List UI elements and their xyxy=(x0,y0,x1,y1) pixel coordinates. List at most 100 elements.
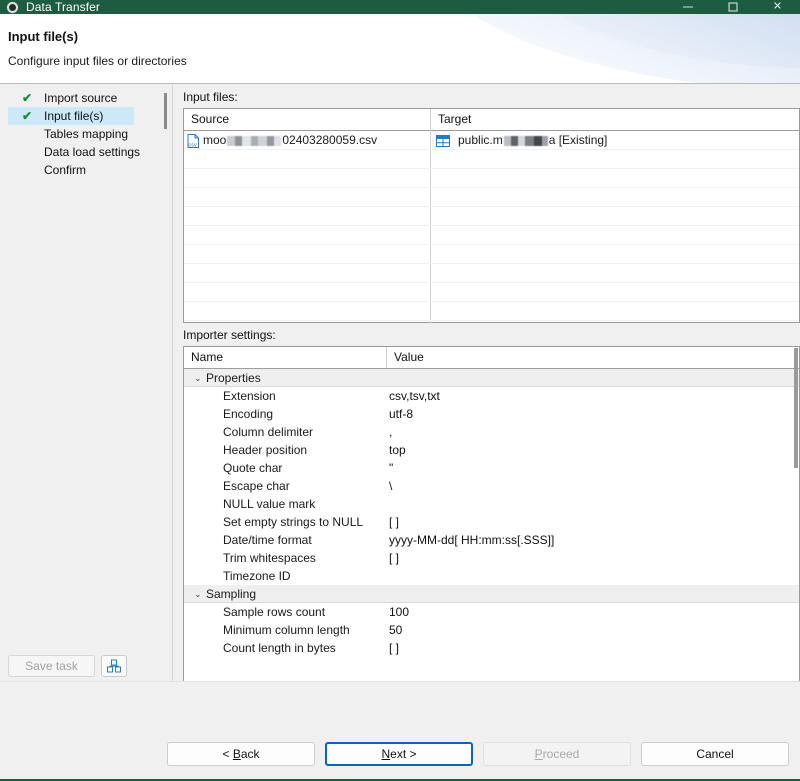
settings-row[interactable]: Trim whitespaces [ ] xyxy=(184,549,799,567)
step-check-icon: ✔ xyxy=(22,109,33,123)
input-files-header: Source Target xyxy=(184,109,799,323)
settings-row[interactable]: Encoding utf-8 xyxy=(184,405,799,423)
save-task-icon[interactable] xyxy=(101,655,127,677)
save-task-button[interactable]: Save task xyxy=(8,655,95,677)
setting-value[interactable]: [ ] xyxy=(389,639,399,657)
column-header-source[interactable]: Source xyxy=(184,109,229,130)
table-row[interactable]: csv moo 02403280059.csv public.m a [Existing… xyxy=(184,131,799,150)
setting-value[interactable]: top xyxy=(389,441,406,459)
chevron-down-icon[interactable]: ⌄ xyxy=(194,369,202,387)
table-row-empty[interactable] xyxy=(184,283,799,302)
sidebar-item-confirm[interactable]: Confirm xyxy=(8,161,134,179)
settings-group-properties[interactable]: ⌄ Properties xyxy=(184,369,799,387)
settings-row[interactable]: Date/time format yyyy-MM-dd[ HH:mm:ss[.SS… xyxy=(184,531,799,549)
proceed-button: Proceed xyxy=(483,742,631,766)
cancel-button[interactable]: Cancel xyxy=(641,742,789,766)
csv-file-icon: csv xyxy=(187,133,199,148)
setting-name: Escape char xyxy=(223,479,290,493)
settings-group-label: Sampling xyxy=(206,587,257,601)
data-transfer-window: Data Transfer ✕ Input file(s) Configure … xyxy=(0,0,800,781)
setting-value[interactable]: csv,tsv,txt xyxy=(389,387,440,405)
app-logo-icon xyxy=(6,0,19,14)
sidebar-item-tables-mapping[interactable]: Tables mapping xyxy=(8,125,134,143)
setting-value[interactable]: [ ] xyxy=(389,513,399,531)
table-row-empty[interactable] xyxy=(184,207,799,226)
table-row-empty[interactable] xyxy=(184,264,799,283)
setting-name: Trim whitespaces xyxy=(223,551,316,565)
settings-group-sampling[interactable]: ⌄ Sampling xyxy=(184,585,799,603)
setting-value[interactable]: 100 xyxy=(389,603,409,621)
wizard-button-row: < Back Next > Proceed Cancel xyxy=(167,742,789,766)
close-icon: ✕ xyxy=(772,0,783,13)
settings-row[interactable]: Escape char \ xyxy=(184,477,799,495)
settings-column-divider[interactable] xyxy=(386,347,387,368)
sidebar-item-label: Confirm xyxy=(44,163,87,177)
sidebar-scrollbar[interactable] xyxy=(164,93,167,129)
setting-name: NULL value mark xyxy=(223,497,316,511)
settings-scrollbar[interactable] xyxy=(794,348,798,468)
setting-value[interactable]: [ ] xyxy=(389,549,399,567)
setting-value[interactable]: , xyxy=(389,423,392,441)
input-files-label: Input files: xyxy=(183,90,238,104)
close-button[interactable]: ✕ xyxy=(755,0,800,14)
save-task-area: Save task xyxy=(8,655,158,677)
setting-value[interactable]: 50 xyxy=(389,621,402,639)
setting-name: Minimum column length xyxy=(223,623,350,637)
back-button[interactable]: < Back xyxy=(167,742,315,766)
importer-settings-label: Importer settings: xyxy=(183,328,276,342)
redacted-text xyxy=(227,135,282,146)
table-row-empty[interactable] xyxy=(184,188,799,207)
window-controls: ✕ xyxy=(665,0,800,14)
column-header-target[interactable]: Target xyxy=(431,109,471,130)
table-row-empty[interactable] xyxy=(184,226,799,245)
sidebar-item-label: Import source xyxy=(44,91,118,105)
setting-value[interactable]: utf-8 xyxy=(389,405,413,423)
sidebar-item-label: Input file(s) xyxy=(44,109,104,123)
setting-value[interactable]: yyyy-MM-dd[ HH:mm:ss[.SSS]] xyxy=(389,531,554,549)
sidebar-item-input-file-s[interactable]: ✔ Input file(s) xyxy=(8,107,134,125)
setting-value[interactable]: " xyxy=(389,459,393,477)
minimize-button[interactable] xyxy=(665,0,710,14)
chevron-down-icon[interactable]: ⌄ xyxy=(194,585,202,603)
settings-row[interactable]: Timezone ID xyxy=(184,567,799,585)
setting-name: Encoding xyxy=(223,407,274,421)
input-files-body: csv moo 02403280059.csv public.m a [Existing… xyxy=(184,131,799,321)
setting-name: Extension xyxy=(223,389,276,403)
settings-row[interactable]: Count length in bytes [ ] xyxy=(184,639,799,657)
wizard-step-list: ✔ Import source ✔ Input file(s) Tables mappi… xyxy=(0,85,163,179)
settings-row[interactable]: Extension csv,tsv,txt xyxy=(184,387,799,405)
source-cell[interactable]: csv moo 02403280059.csv xyxy=(187,131,427,150)
next-button[interactable]: Next > xyxy=(325,742,473,766)
wizard-header: Input file(s) Configure input files or d… xyxy=(0,14,800,84)
settings-row[interactable]: NULL value mark xyxy=(184,495,799,513)
sidebar-item-data-load-settings[interactable]: Data load settings xyxy=(8,143,140,161)
column-header-name[interactable]: Name xyxy=(184,347,223,368)
settings-row[interactable]: Quote char " xyxy=(184,459,799,477)
table-row-empty[interactable] xyxy=(184,245,799,264)
column-header-value[interactable]: Value xyxy=(387,347,424,368)
importer-settings-header: Name Value xyxy=(184,347,799,369)
page-title: Input file(s) xyxy=(8,29,79,44)
setting-name: Header position xyxy=(223,443,308,457)
importer-settings-table: Name Value ⌄ Properties Extension csv,tsv,t… xyxy=(183,346,800,682)
settings-row[interactable]: Sample rows count 100 xyxy=(184,603,799,621)
table-row-empty[interactable] xyxy=(184,302,799,321)
window-title: Data Transfer xyxy=(26,0,100,14)
setting-name: Quote char xyxy=(223,461,283,475)
maximize-button[interactable] xyxy=(710,0,755,14)
table-row-empty[interactable] xyxy=(184,169,799,188)
settings-row[interactable]: Column delimiter, xyxy=(184,423,799,441)
setting-name: Sample rows count xyxy=(223,605,326,619)
target-status: a [Existing] xyxy=(548,133,608,147)
settings-row[interactable]: Minimum column length 50 xyxy=(184,621,799,639)
target-table-name: public.m xyxy=(458,133,503,147)
setting-value[interactable]: \ xyxy=(389,477,392,495)
source-file-suffix: 02403280059.csv xyxy=(282,133,378,147)
table-row-empty[interactable] xyxy=(184,150,799,169)
sidebar-item-import-source[interactable]: ✔ Import source xyxy=(8,89,134,107)
settings-row[interactable]: Header position top xyxy=(184,441,799,459)
settings-row[interactable]: Set empty strings to NULL [ ] xyxy=(184,513,799,531)
importer-settings-body: ⌄ Properties Extension csv,tsv,txt Encoding u… xyxy=(184,369,799,657)
target-cell[interactable]: public.m a [Existing] xyxy=(436,131,756,150)
main-panel: Input files: Source Target csv moo 0240328… xyxy=(176,85,800,682)
